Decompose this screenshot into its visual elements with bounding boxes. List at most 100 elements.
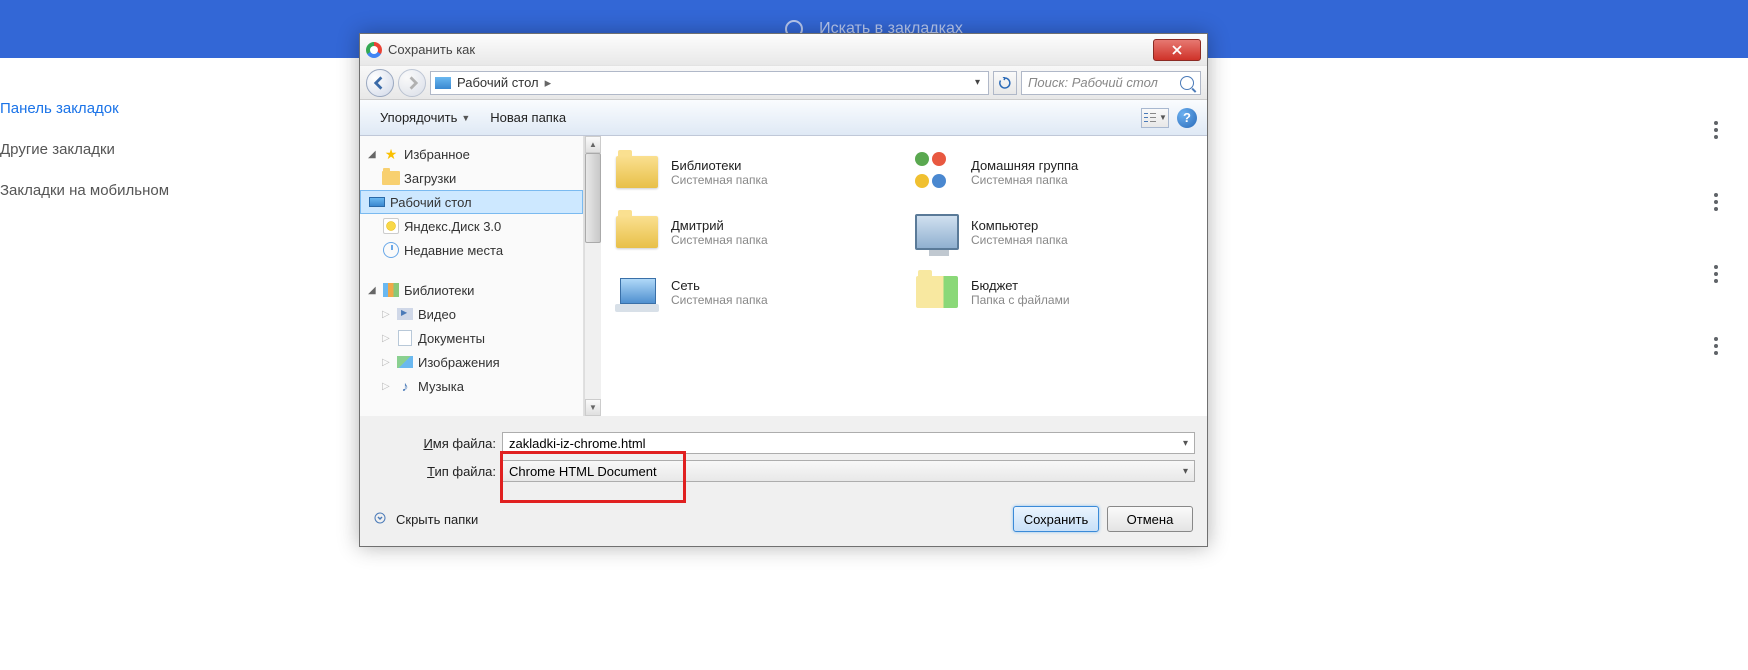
expand-icon[interactable]: ▷ xyxy=(382,309,392,320)
star-icon: ★ xyxy=(382,145,400,163)
document-icon xyxy=(398,330,412,346)
expand-icon[interactable]: ▷ xyxy=(382,381,392,392)
tree-music[interactable]: ▷ ♪ Музыка xyxy=(360,374,583,398)
expand-icon[interactable] xyxy=(374,512,390,527)
file-network[interactable]: Сеть Системная папка xyxy=(613,268,873,316)
file-list[interactable]: Библиотеки Системная папка Домашняя груп… xyxy=(601,136,1207,416)
tree-label: Недавние места xyxy=(404,243,503,258)
view-mode-button[interactable]: ▼ xyxy=(1141,108,1169,128)
tree-videos[interactable]: ▷ Видео xyxy=(360,302,583,326)
tree-desktop[interactable]: Рабочий стол xyxy=(360,190,583,214)
arrow-right-icon xyxy=(405,76,419,90)
expand-icon[interactable]: ▷ xyxy=(382,333,392,344)
chevron-down-icon[interactable]: ▾ xyxy=(1183,466,1188,477)
tree-recent[interactable]: Недавние места xyxy=(360,238,583,262)
filetype-select[interactable]: Chrome HTML Document ▾ xyxy=(502,460,1195,482)
refresh-icon xyxy=(999,77,1011,89)
file-homegroup[interactable]: Домашняя группа Системная папка xyxy=(913,148,1173,196)
arrow-left-icon xyxy=(373,76,387,90)
save-button[interactable]: Сохранить xyxy=(1013,506,1099,532)
collapse-icon[interactable]: ◢ xyxy=(368,149,378,160)
recent-icon xyxy=(383,242,399,258)
form-area: ИИмя файла:мя файла: zakladki-iz-chrome.… xyxy=(360,416,1207,496)
chrome-sidebar: Панель закладок Другие закладки Закладки… xyxy=(0,88,340,211)
desktop-icon xyxy=(435,77,451,89)
collapse-icon[interactable]: ◢ xyxy=(368,285,378,296)
dialog-toolbar: Упорядочить ▼ Новая папка ▼ ? xyxy=(360,100,1207,136)
file-budget[interactable]: Бюджет Папка с файлами xyxy=(913,268,1173,316)
desktop-icon xyxy=(369,197,385,207)
chevron-right-icon: ▸ xyxy=(545,75,552,91)
libraries-icon xyxy=(383,283,399,297)
file-label: Домашняя группа xyxy=(971,158,1078,173)
filename-value: zakladki-iz-chrome.html xyxy=(509,436,646,451)
sidebar-bookmarks-bar[interactable]: Панель закладок xyxy=(0,88,340,129)
kebab-menu-4[interactable] xyxy=(1714,337,1718,355)
dialog-search-input[interactable]: Поиск: Рабочий стол xyxy=(1021,71,1201,95)
help-icon: ? xyxy=(1183,110,1191,125)
scroll-up-icon[interactable]: ▲ xyxy=(585,136,601,153)
tree-label: Библиотеки xyxy=(404,283,474,298)
folder-tree: ◢ ★ Избранное Загрузки Рабочий стол Янде… xyxy=(360,136,584,416)
tree-yadisk[interactable]: Яндекс.Диск 3.0 xyxy=(360,214,583,238)
organize-label: Упорядочить xyxy=(380,110,457,125)
music-icon: ♪ xyxy=(396,377,414,395)
file-sublabel: Папка с файлами xyxy=(971,293,1070,307)
chevron-down-icon[interactable]: ▾ xyxy=(1183,438,1188,449)
budget-folder-icon xyxy=(916,276,958,308)
computer-icon xyxy=(915,214,959,250)
filename-label: ИИмя файла:мя файла: xyxy=(372,436,502,451)
kebab-menu-1[interactable] xyxy=(1714,121,1718,139)
tree-label: Документы xyxy=(418,331,485,346)
cancel-button[interactable]: Отмена xyxy=(1107,506,1193,532)
dialog-content: ◢ ★ Избранное Загрузки Рабочий стол Янде… xyxy=(360,136,1207,416)
breadcrumb-dropdown[interactable]: ▾ xyxy=(971,77,984,88)
file-label: Бюджет xyxy=(971,278,1070,293)
tree-libraries[interactable]: ◢ Библиотеки xyxy=(360,278,583,302)
user-folder-icon xyxy=(616,216,658,248)
tree-scrollbar[interactable]: ▲ ▼ xyxy=(584,136,601,416)
expand-icon[interactable]: ▷ xyxy=(382,357,392,368)
sidebar-mobile-bookmarks[interactable]: Закладки на мобильном xyxy=(0,170,340,211)
chevron-down-icon: ▼ xyxy=(1159,113,1167,122)
tree-downloads[interactable]: Загрузки xyxy=(360,166,583,190)
breadcrumb[interactable]: Рабочий стол ▸ ▾ xyxy=(430,71,989,95)
new-folder-button[interactable]: Новая папка xyxy=(480,104,576,131)
sidebar-other-bookmarks[interactable]: Другие закладки xyxy=(0,129,340,170)
filename-input[interactable]: zakladki-iz-chrome.html ▾ xyxy=(502,432,1195,454)
file-label: Библиотеки xyxy=(671,158,768,173)
file-libraries[interactable]: Библиотеки Системная папка xyxy=(613,148,873,196)
homegroup-icon xyxy=(915,152,959,192)
file-user[interactable]: Дмитрий Системная папка xyxy=(613,208,873,256)
help-button[interactable]: ? xyxy=(1177,108,1197,128)
chevron-down-icon: ▼ xyxy=(461,113,470,123)
file-label: Компьютер xyxy=(971,218,1068,233)
organize-button[interactable]: Упорядочить ▼ xyxy=(370,104,480,131)
kebab-menu-2[interactable] xyxy=(1714,193,1718,211)
image-icon xyxy=(397,356,413,368)
tree-favorites[interactable]: ◢ ★ Избранное xyxy=(360,142,583,166)
file-sublabel: Системная папка xyxy=(671,233,768,247)
tree-label: Изображения xyxy=(418,355,500,370)
breadcrumb-text: Рабочий стол xyxy=(457,75,539,90)
scroll-thumb[interactable] xyxy=(585,153,601,243)
scroll-down-icon[interactable]: ▼ xyxy=(585,399,601,416)
tree-images[interactable]: ▷ Изображения xyxy=(360,350,583,374)
filetype-label: Тип файла: xyxy=(372,464,502,479)
chrome-icon xyxy=(366,42,382,58)
nav-back-button[interactable] xyxy=(366,69,394,97)
file-sublabel: Системная папка xyxy=(671,173,768,187)
close-button[interactable] xyxy=(1153,39,1201,61)
folder-icon xyxy=(382,171,400,185)
kebab-menu-3[interactable] xyxy=(1714,265,1718,283)
tree-label: Загрузки xyxy=(404,171,456,186)
dialog-titlebar[interactable]: Сохранить как xyxy=(360,34,1207,66)
tree-label: Музыка xyxy=(418,379,464,394)
nav-forward-button[interactable] xyxy=(398,69,426,97)
file-computer[interactable]: Компьютер Системная папка xyxy=(913,208,1173,256)
tree-documents[interactable]: ▷ Документы xyxy=(360,326,583,350)
hide-folders-link[interactable]: Скрыть папки xyxy=(396,512,478,527)
close-icon xyxy=(1172,45,1182,55)
refresh-button[interactable] xyxy=(993,71,1017,95)
search-icon xyxy=(1180,76,1194,90)
